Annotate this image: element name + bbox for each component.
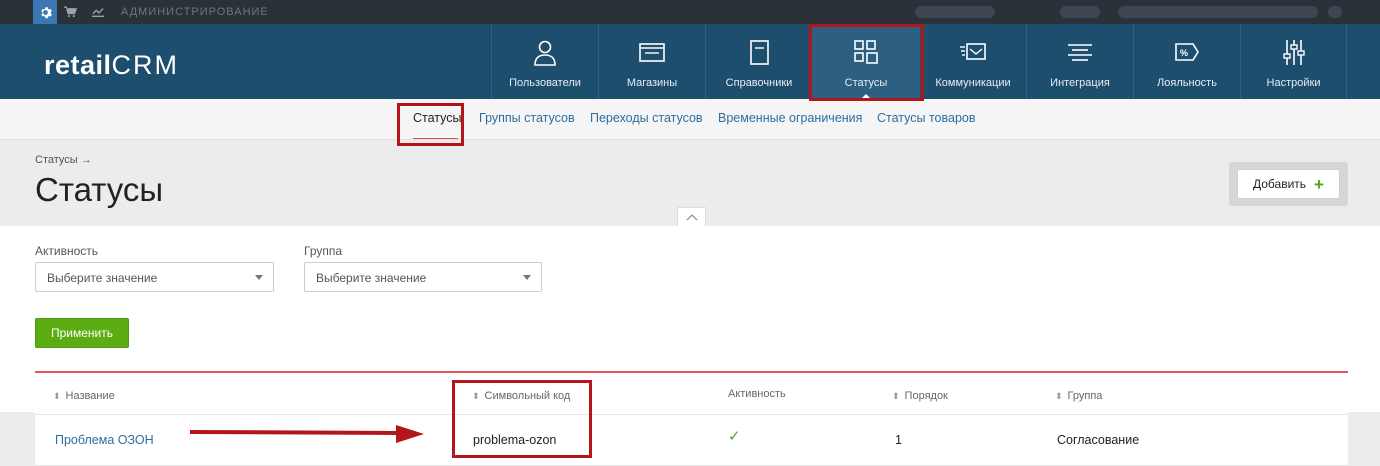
nav-item-label: Коммуникации <box>935 77 1011 89</box>
active-underline <box>413 138 458 139</box>
subnav-item-status-transitions[interactable]: Переходы статусов <box>590 111 703 125</box>
gear-icon[interactable] <box>33 0 57 24</box>
add-button-wrap: Добавить + <box>1229 162 1348 206</box>
nav-item-references[interactable]: Справочники <box>705 24 812 99</box>
table-header: ⬍ Название ⬍ Символьный код Активность ⬍ По… <box>35 373 1348 415</box>
nav-item-settings[interactable]: Настройки <box>1240 24 1347 99</box>
nav-item-users[interactable]: Пользователи <box>491 24 598 99</box>
column-header-label: Группа <box>1067 390 1103 402</box>
status-order: 1 <box>895 433 902 447</box>
book-icon <box>744 38 774 68</box>
topbar-blurred-item <box>1060 6 1100 18</box>
active-caret <box>862 94 870 98</box>
admin-label[interactable]: АДМИНИСТРИРОВАНИЕ <box>121 6 269 18</box>
logo[interactable]: retailCRM <box>44 50 179 81</box>
nav-item-loyalty[interactable]: % Лояльность <box>1133 24 1240 99</box>
page-header: Статусы → Статусы Добавить + <box>0 140 1380 226</box>
sort-icon: ⬍ <box>892 390 900 401</box>
breadcrumb[interactable]: Статусы → <box>35 154 92 166</box>
topbar-blurred-item <box>1328 6 1342 18</box>
column-header-name[interactable]: ⬍ Название <box>53 390 115 402</box>
mail-icon <box>958 38 988 68</box>
chevron-up-icon <box>686 213 697 220</box>
sub-nav: Статусы Группы статусов Переходы статусо… <box>0 99 1380 140</box>
column-header-code[interactable]: ⬍ Символьный код <box>472 390 570 402</box>
activity-select[interactable]: Выберите значение <box>35 262 274 292</box>
column-header-label: Активность <box>728 388 786 400</box>
cart-icon[interactable] <box>58 0 82 24</box>
chevron-down-icon <box>523 275 531 280</box>
nav-item-shops[interactable]: Магазины <box>598 24 705 99</box>
page-background <box>0 412 35 466</box>
nav-item-label: Справочники <box>725 77 793 89</box>
subnav-item-statuses[interactable]: Статусы <box>413 111 462 125</box>
group-select[interactable]: Выберите значение <box>304 262 542 292</box>
annotation-arrow-icon <box>189 425 424 443</box>
apply-button[interactable]: Применить <box>35 318 129 348</box>
subnav-item-product-statuses[interactable]: Статусы товаров <box>877 111 976 125</box>
nav-item-label: Магазины <box>626 77 678 89</box>
sort-icon: ⬍ <box>1055 390 1063 401</box>
status-group: Согласование <box>1057 433 1140 447</box>
integration-icon <box>1065 38 1095 68</box>
collapse-filters-button[interactable] <box>677 207 706 226</box>
svg-text:%: % <box>1180 48 1188 58</box>
add-button-label: Добавить <box>1253 177 1307 191</box>
column-header-group[interactable]: ⬍ Группа <box>1055 390 1102 402</box>
nav-item-label: Настройки <box>1266 77 1321 89</box>
shop-icon <box>637 38 667 68</box>
group-filter-label: Группа <box>304 244 343 258</box>
sliders-icon <box>1279 38 1309 68</box>
activity-select-value: Выберите значение <box>47 271 158 285</box>
chart-icon[interactable] <box>86 0 110 24</box>
column-header-label: Порядок <box>904 390 948 402</box>
status-name-link[interactable]: Проблема ОЗОН <box>55 433 154 447</box>
nav-item-label: Интеграция <box>1050 77 1110 89</box>
nav-item-integration[interactable]: Интеграция <box>1026 24 1133 99</box>
topbar-blurred-item <box>1118 6 1318 18</box>
subnav-item-time-limits[interactable]: Временные ограничения <box>718 111 862 125</box>
status-grid-icon <box>851 38 881 68</box>
percent-tag-icon: % <box>1172 38 1202 68</box>
activity-filter-label: Активность <box>35 244 99 258</box>
sort-icon: ⬍ <box>53 390 61 401</box>
column-header-order[interactable]: ⬍ Порядок <box>892 390 948 402</box>
subnav-item-status-groups[interactable]: Группы статусов <box>479 111 575 125</box>
nav-item-label: Пользователи <box>509 77 581 89</box>
logo-text: retail <box>44 50 112 80</box>
add-button[interactable]: Добавить + <box>1237 169 1340 199</box>
admin-topbar: АДМИНИСТРИРОВАНИЕ <box>0 0 1380 24</box>
chevron-down-icon <box>255 275 263 280</box>
nav-item-label: Лояльность <box>1157 77 1217 89</box>
nav-items: Пользователи Магазины Справочники Статус… <box>491 24 1347 99</box>
nav-item-label: Статусы <box>844 77 888 89</box>
group-select-value: Выберите значение <box>316 271 427 285</box>
status-code: problema-ozon <box>473 433 557 447</box>
column-header-label: Название <box>65 390 115 402</box>
nav-item-communications[interactable]: Коммуникации <box>919 24 1026 99</box>
page-title: Статусы <box>35 171 164 208</box>
user-icon <box>530 38 560 68</box>
statuses-table: ⬍ Название ⬍ Символьный код Активность ⬍ По… <box>35 371 1348 466</box>
logo-text-crm: CRM <box>111 50 180 80</box>
column-header-active: Активность <box>728 388 786 400</box>
page-background <box>1348 412 1380 466</box>
column-header-label: Символьный код <box>484 390 571 402</box>
nav-item-statuses[interactable]: Статусы <box>812 24 919 99</box>
active-check-icon: ✓ <box>728 428 741 445</box>
plus-icon: + <box>1314 174 1324 194</box>
topbar-blurred-item <box>915 6 995 18</box>
main-nav: retailCRM Пользователи Магазины Справочн… <box>0 24 1380 99</box>
sort-icon: ⬍ <box>472 390 480 401</box>
